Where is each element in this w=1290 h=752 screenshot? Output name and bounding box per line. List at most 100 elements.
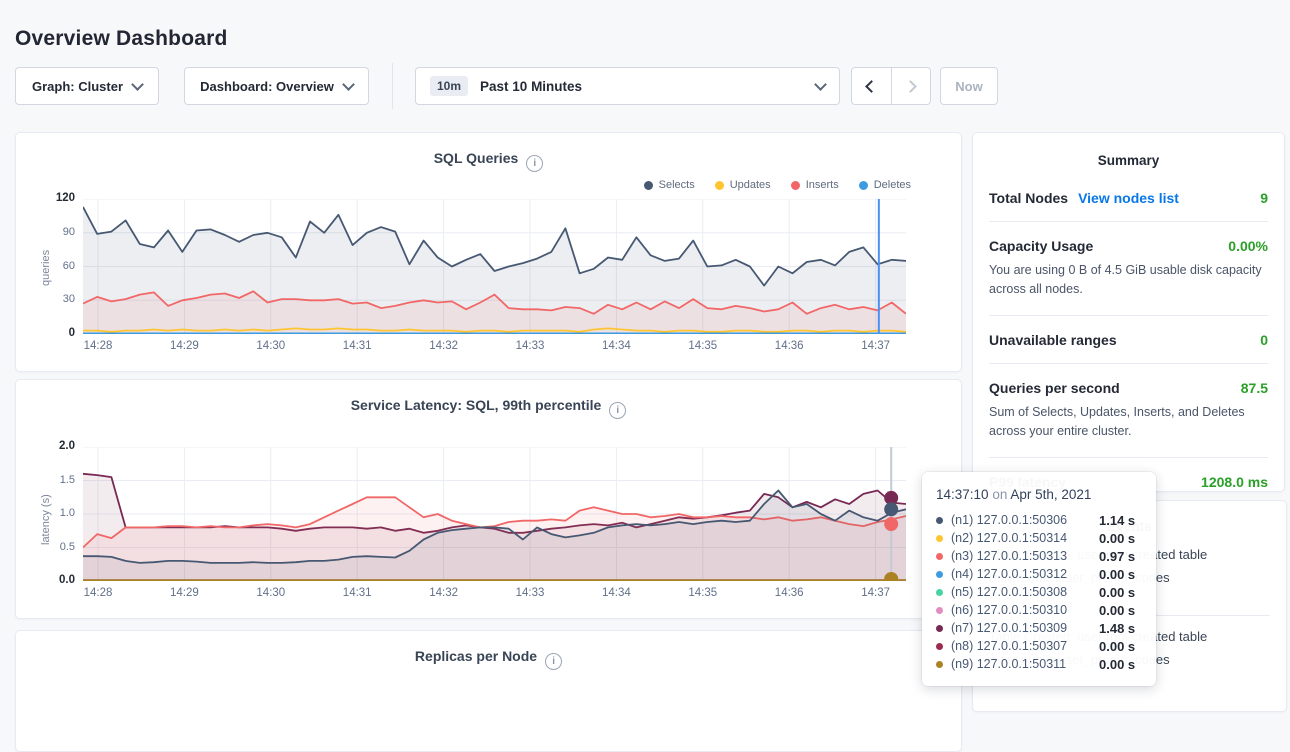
chart-legend: SelectsUpdatesInsertsDeletes — [644, 179, 911, 191]
prev-time-button[interactable] — [852, 68, 892, 104]
tooltip-node-value: 0.00 s — [1099, 603, 1135, 618]
x-axis-tick-label: 14:34 — [590, 587, 642, 599]
x-axis-tick-label: 14:37 — [850, 587, 902, 599]
node-dot-icon — [936, 643, 943, 650]
sql-card-plot[interactable] — [83, 199, 906, 334]
chart-title: SQL Queries — [434, 150, 519, 166]
tooltip-node-value: 1.48 s — [1099, 621, 1135, 636]
tooltip-row: (n8) 127.0.0.1:503070.00 s — [936, 637, 1142, 655]
y-axis-tick-label: 1.5 — [37, 474, 75, 486]
tooltip-rows: (n1) 127.0.0.1:503061.14 s(n2) 127.0.0.1… — [936, 511, 1142, 673]
tooltip-node-name: (n6) 127.0.0.1:50310 — [951, 603, 1099, 617]
x-axis-tick-label: 14:30 — [245, 587, 297, 599]
x-axis-tick-label: 14:32 — [418, 340, 470, 352]
view-nodes-list-link[interactable]: View nodes list — [1078, 190, 1179, 206]
time-pager — [851, 67, 931, 105]
chevron-down-icon — [814, 78, 827, 91]
x-axis-tick-label: 14:29 — [158, 340, 210, 352]
tooltip-node-name: (n9) 127.0.0.1:50311 — [951, 657, 1099, 671]
node-dot-icon — [936, 607, 943, 614]
tooltip-node-name: (n7) 127.0.0.1:50309 — [951, 621, 1099, 635]
info-icon[interactable] — [609, 402, 626, 419]
x-axis-tick-label: 14:37 — [850, 340, 902, 352]
chart-header: Replicas per Node — [16, 648, 961, 670]
p99-latency-value: 1208.0 ms — [1201, 474, 1268, 490]
x-axis-tick-label: 14:31 — [331, 340, 383, 352]
chart-header: Service Latency: SQL, 99th percentile — [16, 397, 961, 419]
tooltip-row: (n6) 127.0.0.1:503100.00 s — [936, 601, 1142, 619]
node-dot-icon — [936, 661, 943, 668]
chevron-left-icon — [865, 80, 878, 93]
sql-queries-chart-card: SQL Queries SelectsUpdatesInsertsDeletes… — [15, 132, 962, 372]
tooltip-node-name: (n4) 127.0.0.1:50312 — [951, 567, 1099, 581]
tooltip-row: (n9) 127.0.0.1:503110.00 s — [936, 655, 1142, 673]
page-title: Overview Dashboard — [15, 27, 228, 51]
next-time-button[interactable] — [892, 68, 931, 104]
info-icon[interactable] — [526, 155, 543, 172]
chart-title: Service Latency: SQL, 99th percentile — [351, 397, 602, 413]
tooltip-node-name: (n3) 127.0.0.1:50313 — [951, 549, 1099, 563]
x-axis-tick-label: 14:33 — [504, 340, 556, 352]
service-latency-chart-card: Service Latency: SQL, 99th percentile 0.… — [15, 379, 962, 619]
x-axis-tick-label: 14:28 — [72, 587, 124, 599]
now-button[interactable]: Now — [940, 67, 998, 105]
legend-item: Updates — [715, 179, 771, 191]
axis-unit-label: queries — [40, 250, 52, 286]
chart-title: Replicas per Node — [415, 648, 537, 664]
tooltip-node-value: 0.00 s — [1099, 657, 1135, 672]
tooltip-row: (n2) 127.0.0.1:503140.00 s — [936, 529, 1142, 547]
chart-hover-tooltip: 14:37:10 on Apr 5th, 2021 (n1) 127.0.0.1… — [922, 472, 1156, 686]
y-axis-tick-label: 30 — [37, 293, 75, 305]
legend-item: Selects — [644, 179, 695, 191]
legend-dot-icon — [791, 181, 800, 190]
legend-label: Updates — [730, 179, 771, 191]
node-dot-icon — [936, 553, 943, 560]
graph-dropdown[interactable]: Graph: Cluster — [15, 67, 159, 105]
tooltip-node-value: 0.00 s — [1099, 585, 1135, 600]
x-axis-tick-label: 14:36 — [763, 587, 815, 599]
summary-row-capacity: Capacity Usage 0.00% You are using 0 B o… — [989, 222, 1268, 316]
qps-label: Queries per second — [989, 380, 1120, 396]
tooltip-node-value: 0.00 s — [1099, 531, 1135, 546]
summary-row-unavailable-ranges: Unavailable ranges 0 — [989, 316, 1268, 364]
summary-title: Summary — [973, 133, 1284, 168]
summary-panel: Summary Total Nodes View nodes list 9 Ca… — [972, 132, 1285, 492]
capacity-usage-label: Capacity Usage — [989, 238, 1093, 254]
summary-row-qps: Queries per second 87.5 Sum of Selects, … — [989, 364, 1268, 458]
time-range-picker[interactable]: 10m Past 10 Minutes — [415, 67, 840, 105]
x-axis-tick-label: 14:33 — [504, 587, 556, 599]
x-axis-tick-label: 14:36 — [763, 340, 815, 352]
controls-divider — [392, 63, 393, 109]
chart-header: SQL Queries — [16, 150, 961, 172]
y-axis-tick-label: 120 — [37, 192, 75, 204]
latency-card-plot[interactable] — [83, 447, 906, 581]
chevron-right-icon — [904, 80, 917, 93]
legend-dot-icon — [859, 181, 868, 190]
x-axis-tick-label: 14:34 — [590, 340, 642, 352]
unavailable-ranges-label: Unavailable ranges — [989, 332, 1117, 348]
tooltip-node-name: (n8) 127.0.0.1:50307 — [951, 639, 1099, 653]
dashboard-dropdown-label: Dashboard: Overview — [200, 79, 334, 94]
legend-dot-icon — [644, 181, 653, 190]
x-axis-tick-label: 14:35 — [677, 340, 729, 352]
tooltip-node-value: 1.14 s — [1099, 513, 1135, 528]
chevron-down-icon — [342, 78, 355, 91]
node-dot-icon — [936, 589, 943, 596]
node-dot-icon — [936, 571, 943, 578]
tooltip-node-name: (n5) 127.0.0.1:50308 — [951, 585, 1099, 599]
x-axis-tick-label: 14:30 — [245, 340, 297, 352]
legend-label: Inserts — [806, 179, 839, 191]
tooltip-node-name: (n2) 127.0.0.1:50314 — [951, 531, 1099, 545]
tooltip-row: (n7) 127.0.0.1:503091.48 s — [936, 619, 1142, 637]
info-icon[interactable] — [545, 653, 562, 670]
total-nodes-label: Total Nodes — [989, 190, 1068, 206]
tooltip-row: (n4) 127.0.0.1:503120.00 s — [936, 565, 1142, 583]
replicas-per-node-chart-card: Replicas per Node — [15, 630, 962, 752]
node-dot-icon — [936, 535, 943, 542]
x-axis-tick-label: 14:29 — [158, 587, 210, 599]
legend-dot-icon — [715, 181, 724, 190]
summary-row-total-nodes: Total Nodes View nodes list 9 — [989, 174, 1268, 222]
dashboard-dropdown[interactable]: Dashboard: Overview — [184, 67, 369, 105]
qps-value: 87.5 — [1241, 380, 1268, 396]
tooltip-timestamp: 14:37:10 on Apr 5th, 2021 — [936, 487, 1142, 502]
